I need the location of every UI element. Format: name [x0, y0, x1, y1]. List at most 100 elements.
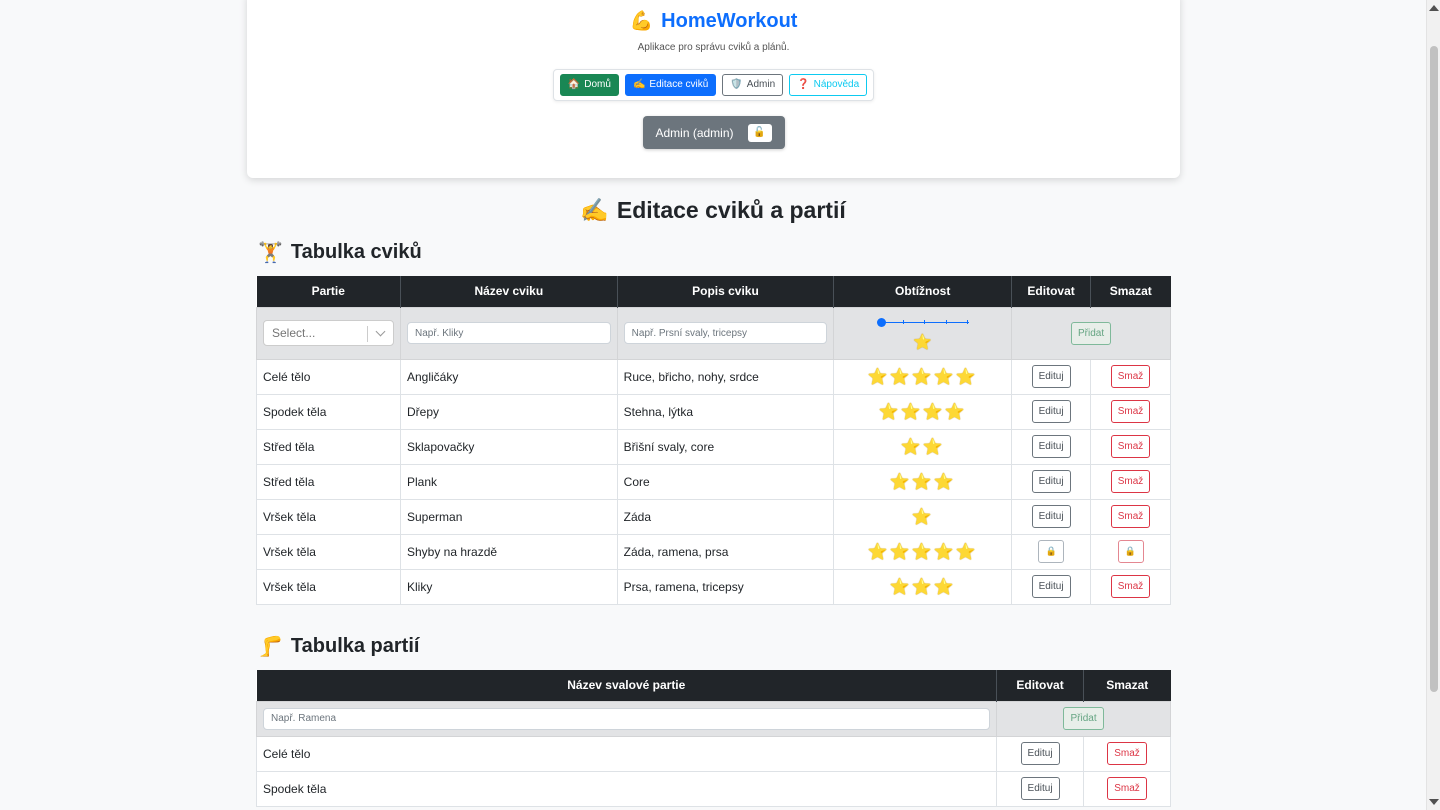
delete-button[interactable]: Smaž [1110, 575, 1151, 598]
column-header: Název cviku [400, 276, 618, 307]
add-part-button[interactable]: Přidat [1063, 707, 1104, 730]
delete-button[interactable]: Smaž [1110, 435, 1151, 458]
scrollbar-thumb[interactable] [1430, 46, 1438, 692]
main-nav: 🏠 Domů ✍️ Editace cviků 🛡️ Admin ❓ Nápov… [552, 69, 875, 101]
question-icon: ❓ [797, 79, 810, 90]
edit-button[interactable]: Edituj [1031, 435, 1071, 458]
add-cell: Přidat [996, 700, 1171, 737]
edit-button[interactable]: Edituj [1031, 470, 1071, 493]
add-exercise-button[interactable]: Přidat [1071, 321, 1112, 345]
exercise-name-input[interactable]: Např. Kliky [407, 322, 611, 344]
edit-button[interactable]: Edituj [1031, 575, 1071, 598]
edit-button[interactable]: Edituj [1020, 742, 1060, 765]
edit-button[interactable]: Edituj [1020, 777, 1060, 800]
scroll-up-icon[interactable] [1429, 5, 1439, 11]
nav-admin-button[interactable]: 🛡️ Admin [722, 74, 784, 96]
part-name-placeholder: Např. Ramena [271, 713, 337, 724]
exercise-name-placeholder: Např. Kliky [415, 327, 464, 339]
edit-cell: Edituj [1011, 428, 1092, 465]
column-header: Partie [256, 276, 401, 307]
table-row: Celé tělo Edituj Smaž [255, 735, 1171, 772]
edit-cell: Edituj [1011, 393, 1092, 430]
delete-cell: Smaž [1090, 463, 1171, 500]
slider-handle[interactable] [876, 318, 886, 327]
column-header: Obtížnost [833, 276, 1012, 307]
scroll-down-icon[interactable] [1429, 799, 1439, 805]
flexed-arm-icon: 💪 [629, 11, 654, 32]
page-scrollbar[interactable] [1426, 0, 1440, 810]
writing-hand-icon: ✍️ [580, 197, 609, 223]
delete-cell: Smaž [1083, 735, 1171, 772]
edit-button[interactable]: Edituj [1031, 505, 1071, 528]
star-rating: ⭐⭐⭐⭐⭐ [867, 543, 978, 561]
part-cell: Celé tělo [256, 358, 401, 395]
slider-tick [966, 320, 968, 324]
difficulty-cell: ⭐ [833, 306, 1013, 360]
column-header: Editovat [1011, 276, 1091, 307]
part-name-input[interactable]: Např. Ramena [263, 707, 991, 730]
name-cell: Angličáky [400, 358, 618, 395]
name-cell: Sklapovačky [400, 428, 618, 465]
lock-icon: 🔒 [1124, 546, 1137, 556]
difficulty-cell: ⭐⭐⭐ [833, 463, 1013, 500]
part-cell: Vršek těla [256, 498, 401, 535]
unlock-icon: 🔓 [753, 127, 766, 138]
desc-cell: Core [616, 463, 835, 500]
desc-cell: Např. Prsní svaly, tricepsy [616, 306, 835, 360]
exercises-title-text: Tabulka cviků [290, 241, 422, 263]
parts-title-text: Tabulka partií [290, 635, 420, 657]
delete-locked-button[interactable]: 🔒 [1117, 540, 1144, 563]
edit-locked-button[interactable]: 🔒 [1038, 540, 1065, 563]
name-cell: Plank [400, 463, 618, 500]
nav-edit-exercises-button[interactable]: ✍️ Editace cviků [624, 74, 717, 96]
delete-button[interactable]: Smaž [1110, 505, 1151, 528]
slider-tick [902, 320, 904, 324]
slider-track[interactable] [880, 322, 969, 323]
nav-home-button[interactable]: 🏠 Domů [559, 74, 619, 96]
name-cell: Dřepy [400, 393, 618, 430]
delete-button[interactable]: Smaž [1110, 470, 1151, 493]
delete-button[interactable]: Smaž [1107, 742, 1147, 765]
star-rating: ⭐⭐⭐⭐ [878, 403, 967, 421]
nav-help-button[interactable]: ❓ Nápověda [789, 74, 868, 96]
table-row: Vršek těla Superman Záda ⭐ Edituj Smaž [256, 498, 1171, 535]
chevron-down-icon[interactable] [375, 326, 386, 337]
desc-cell: Ruce, břicho, nohy, srdce [616, 358, 835, 395]
edit-cell: 🔒 [1011, 533, 1092, 570]
table-row: Vršek těla Kliky Prsa, ramena, tricepsy ⭐⭐⭐… [256, 568, 1171, 605]
delete-button[interactable]: Smaž [1107, 777, 1147, 800]
nav-edit-label: Editace cviků [649, 79, 709, 90]
column-header: Smazat [1090, 276, 1171, 307]
delete-cell: Smaž [1083, 770, 1171, 807]
edit-cell: Edituj [1011, 358, 1092, 395]
delete-cell: Smaž [1090, 428, 1171, 465]
exercises-header-row: Partie Název cviku Popis cviku Obtížnost… [256, 276, 1171, 307]
brand-title: HomeWorkout [661, 9, 798, 32]
leg-icon: 🦵 [258, 636, 283, 658]
part-name-cell: Celé tělo [255, 735, 998, 772]
exercise-desc-input[interactable]: Např. Prsní svaly, tricepsy [623, 322, 828, 344]
user-label: Admin (admin) [655, 125, 734, 140]
brand[interactable]: 💪 HomeWorkout [247, 8, 1180, 34]
table-row: Celé tělo Angličáky Ruce, břicho, nohy, sr… [256, 358, 1171, 395]
column-header: Název svalové partie [256, 670, 997, 701]
nav-admin-label: Admin [746, 79, 776, 90]
star-rating: ⭐⭐⭐⭐⭐ [867, 368, 978, 386]
difficulty-slider[interactable] [876, 315, 969, 329]
edit-button[interactable]: Edituj [1031, 365, 1071, 388]
star-icon: ⭐ [913, 334, 933, 351]
logout-button[interactable]: 🔓 [747, 123, 772, 142]
part-cell: Vršek těla [256, 568, 401, 605]
part-cell: Střed těla [256, 463, 401, 500]
delete-cell: Smaž [1090, 393, 1171, 430]
star-rating: ⭐⭐⭐ [889, 473, 956, 491]
table-row: Střed těla Sklapovačky Břišní svaly, core ⭐… [256, 428, 1171, 465]
house-icon: 🏠 [567, 79, 581, 90]
lock-icon: 🔒 [1045, 546, 1057, 556]
delete-button[interactable]: Smaž [1110, 400, 1151, 423]
part-select[interactable]: Select... [263, 320, 394, 346]
difficulty-cell: ⭐⭐⭐ [833, 568, 1013, 605]
edit-button[interactable]: Edituj [1031, 400, 1071, 423]
delete-button[interactable]: Smaž [1110, 365, 1151, 388]
delete-cell: Smaž [1090, 498, 1171, 535]
